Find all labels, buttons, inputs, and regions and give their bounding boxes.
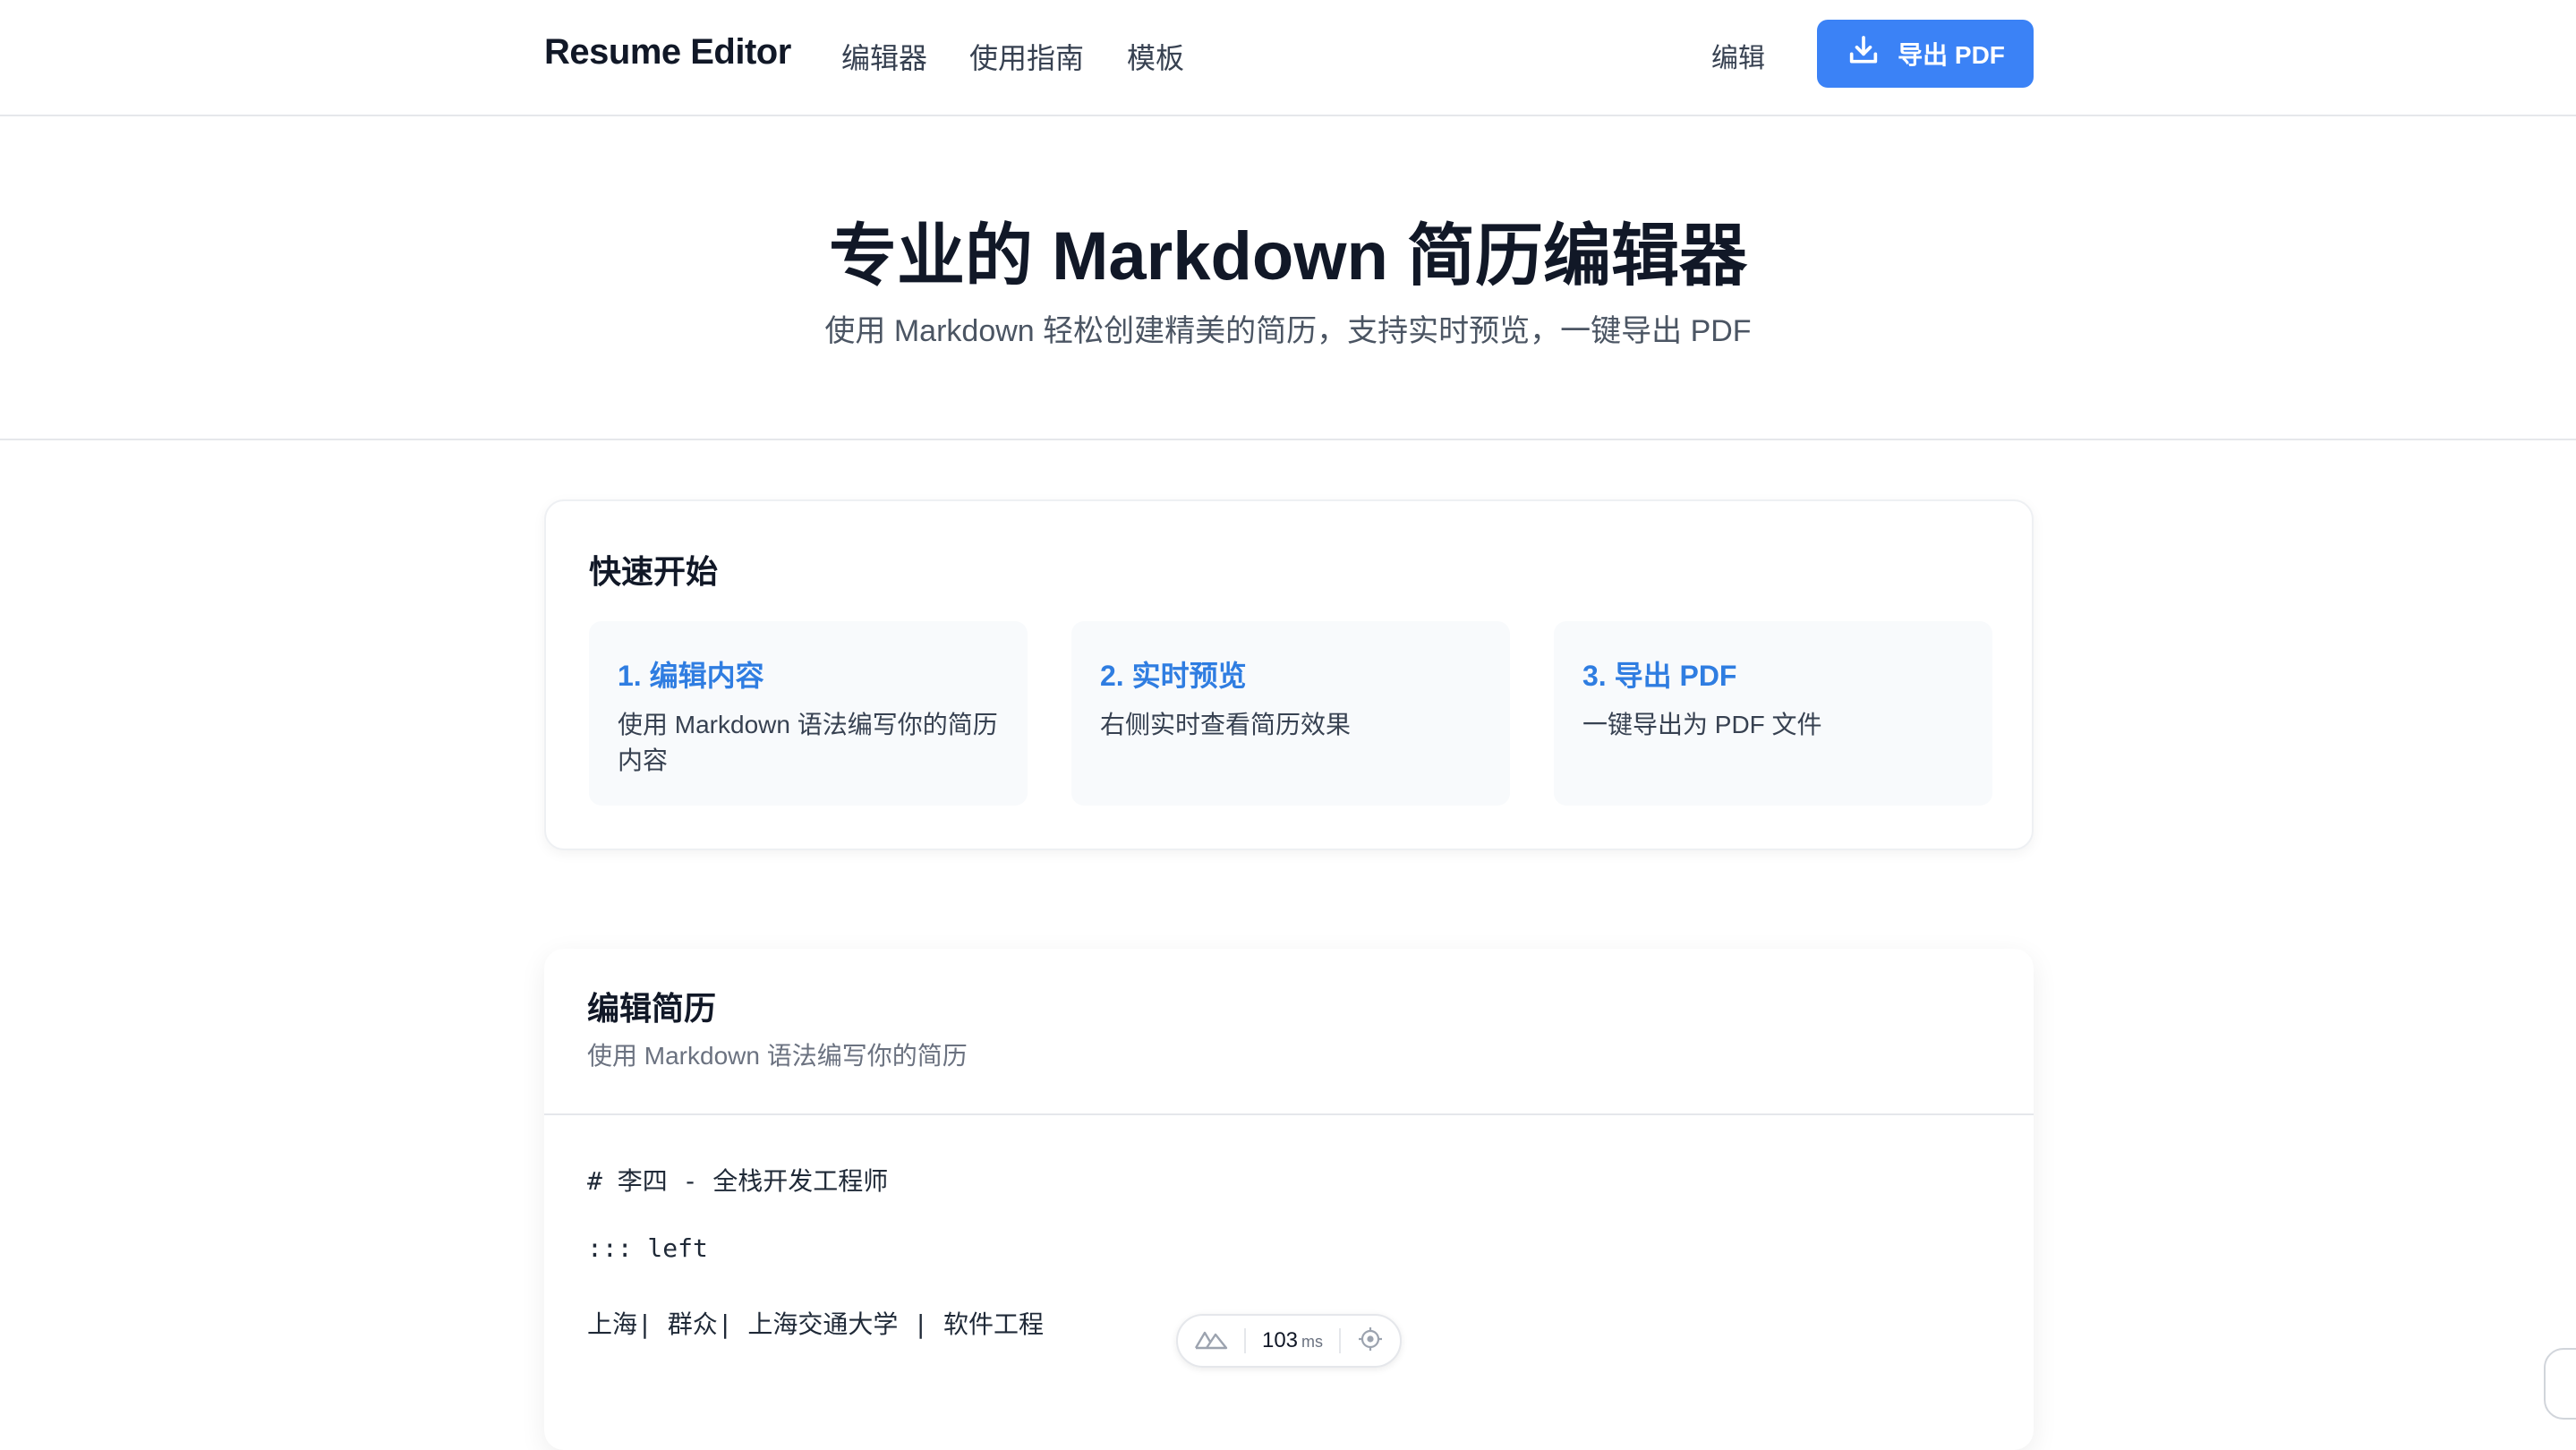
markdown-line[interactable]: ::: left <box>587 1233 708 1263</box>
nav-link-templates[interactable]: 模板 <box>1127 36 1184 77</box>
step-desc: 一键导出为 PDF 文件 <box>1582 711 1822 738</box>
editor-header: 编辑简历 使用 Markdown 语法编写你的简历 <box>544 949 2034 1115</box>
divider <box>1339 1328 1341 1353</box>
download-icon <box>1846 33 1881 75</box>
nuxt-logo-icon[interactable] <box>1194 1328 1228 1354</box>
export-pdf-button[interactable]: 导出 PDF <box>1817 20 2034 88</box>
editor-subtitle: 使用 Markdown 语法编写你的简历 <box>587 1042 968 1070</box>
step-card-export: 3. 导出 PDF 一键导出为 PDF 文件 <box>1554 621 1992 806</box>
render-time-value: 103 <box>1261 1328 1299 1352</box>
quick-start-title: 快速开始 <box>589 553 719 590</box>
resume-editor-card: 编辑简历 使用 Markdown 语法编写你的简历 # 李四 - 全栈开发工程师… <box>544 949 2034 1450</box>
export-pdf-label: 导出 PDF <box>1898 41 2005 69</box>
floating-widget-edge[interactable] <box>2544 1348 2576 1420</box>
hero-section: 专业的 Markdown 简历编辑器 使用 Markdown 轻松创建精美的简历… <box>0 116 2576 440</box>
nav-link-guide[interactable]: 使用指南 <box>969 36 1084 77</box>
top-navbar: Resume Editor 编辑器 使用指南 模板 编辑 导出 PDF <box>0 0 2576 116</box>
step-desc: 使用 Markdown 语法编写你的简历内容 <box>618 711 998 774</box>
hero-title: 专业的 Markdown 简历编辑器 <box>828 218 1748 294</box>
editor-title: 编辑简历 <box>587 990 717 1027</box>
hero-subtitle: 使用 Markdown 轻松创建精美的简历，支持实时预览，一键导出 PDF <box>824 314 1752 348</box>
step-title: 2. 实时预览 <box>1100 660 1247 692</box>
step-card-preview: 2. 实时预览 右侧实时查看简历效果 <box>1071 621 1510 806</box>
markdown-line[interactable]: # 李四 - 全栈开发工程师 <box>587 1162 888 1198</box>
step-title: 1. 编辑内容 <box>618 660 764 692</box>
crosshair-icon[interactable] <box>1357 1326 1384 1357</box>
step-title: 3. 导出 PDF <box>1582 660 1737 692</box>
markdown-line[interactable]: 上海| 群众| 上海交通大学 | 软件工程 <box>587 1305 1044 1341</box>
render-time-unit: ms <box>1301 1333 1324 1351</box>
nav-link-edit[interactable]: 编辑 <box>1711 36 1765 75</box>
render-time: 103 ms <box>1262 1328 1323 1353</box>
nav-link-editor[interactable]: 编辑器 <box>841 36 927 77</box>
brand-logo-text[interactable]: Resume Editor <box>544 32 791 72</box>
divider <box>1243 1328 1246 1353</box>
devtools-perf-pill[interactable]: 103 ms <box>1176 1314 1402 1368</box>
quick-start-card: 快速开始 1. 编辑内容 使用 Markdown 语法编写你的简历内容 2. 实… <box>544 499 2034 850</box>
step-desc: 右侧实时查看简历效果 <box>1100 711 1352 738</box>
step-card-edit: 1. 编辑内容 使用 Markdown 语法编写你的简历内容 <box>589 621 1028 806</box>
